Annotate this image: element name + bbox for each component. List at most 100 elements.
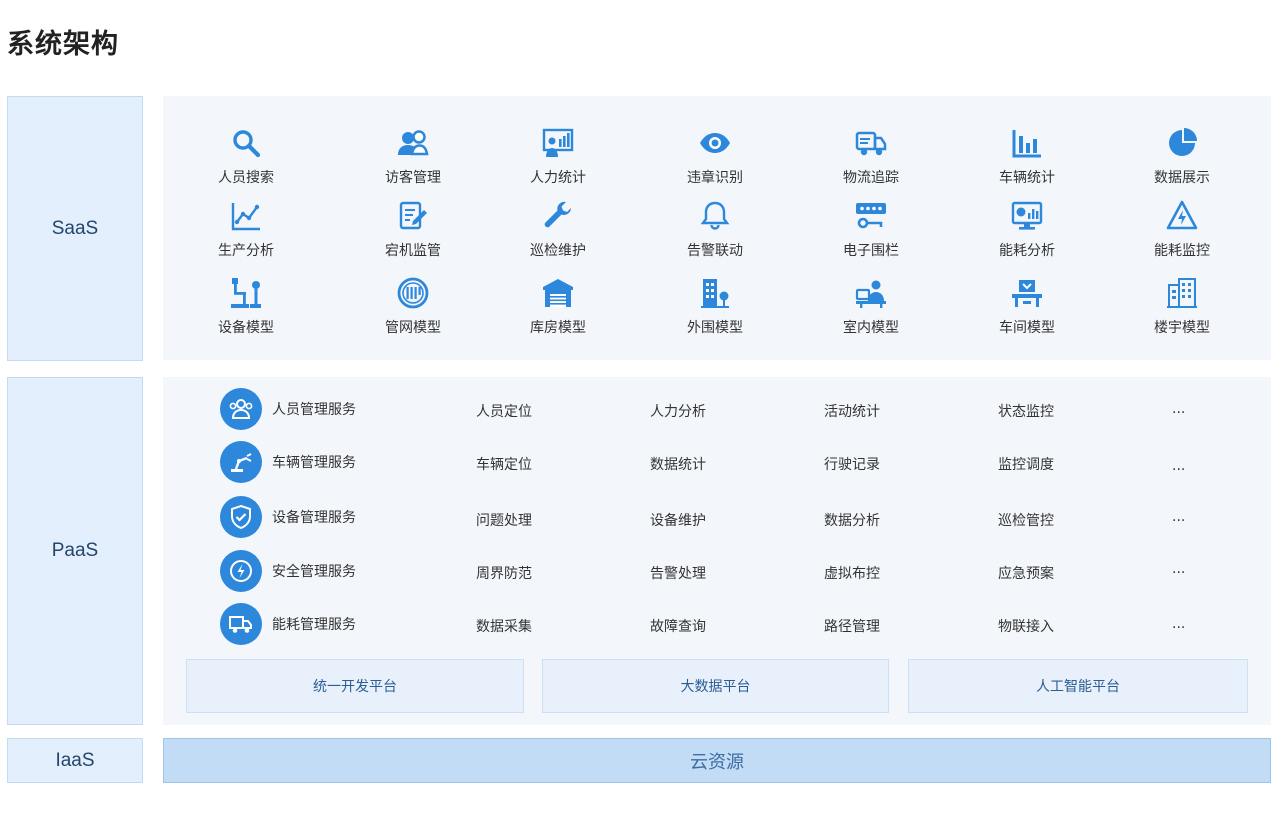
document-edit-icon xyxy=(396,199,430,233)
truck-icon xyxy=(854,126,888,160)
saas-module-label: 设备模型 xyxy=(218,320,274,336)
service-item[interactable]: 数据采集 xyxy=(476,616,532,636)
saas-module-label: 宕机监管 xyxy=(385,243,441,259)
saas-module[interactable]: 车间模型 xyxy=(962,276,1092,337)
service-name[interactable]: 车辆管理服务 xyxy=(272,452,356,472)
warehouse-icon xyxy=(541,276,575,310)
bell-icon xyxy=(698,199,732,233)
pie-chart-icon xyxy=(1165,126,1199,160)
platform-box[interactable]: 人工智能平台 xyxy=(908,659,1248,713)
saas-module-label: 楼宇模型 xyxy=(1154,320,1210,336)
service-item[interactable]: 故障查询 xyxy=(650,616,706,636)
buildings-icon xyxy=(1165,276,1199,310)
saas-module-label: 访客管理 xyxy=(385,170,441,186)
saas-module[interactable]: 访客管理 xyxy=(348,126,478,187)
valve-icon xyxy=(396,276,430,310)
platform-box[interactable]: 大数据平台 xyxy=(542,659,889,713)
saas-module[interactable]: 人力统计 xyxy=(493,126,623,187)
service-item-more[interactable]: ... xyxy=(1172,616,1185,632)
saas-module[interactable]: 能耗分析 xyxy=(962,199,1092,260)
lightning-warning-icon xyxy=(1165,199,1199,233)
saas-module-label: 违章识别 xyxy=(687,170,743,186)
saas-module[interactable]: 车辆统计 xyxy=(962,126,1092,187)
service-item[interactable]: 物联接入 xyxy=(998,616,1054,636)
workshop-icon xyxy=(1010,276,1044,310)
saas-module-label: 电子围栏 xyxy=(843,243,899,259)
saas-module[interactable]: 宕机监管 xyxy=(348,199,478,260)
service-item[interactable]: 数据统计 xyxy=(650,454,706,474)
service-item-more[interactable]: ... xyxy=(1172,509,1185,525)
saas-module-label: 车间模型 xyxy=(999,320,1055,336)
service-name[interactable]: 能耗管理服务 xyxy=(272,614,356,634)
saas-module-label: 物流追踪 xyxy=(843,170,899,186)
saas-module[interactable]: 生产分析 xyxy=(181,199,311,260)
service-item[interactable]: 问题处理 xyxy=(476,510,532,530)
saas-module-label: 数据展示 xyxy=(1154,170,1210,186)
service-item-more[interactable]: ... xyxy=(1172,458,1185,474)
platform-box[interactable]: 统一开发平台 xyxy=(186,659,524,713)
saas-module-label: 生产分析 xyxy=(218,243,274,259)
service-name[interactable]: 安全管理服务 xyxy=(272,561,356,581)
saas-module[interactable]: 管网模型 xyxy=(348,276,478,337)
saas-module-label: 室内模型 xyxy=(843,320,899,336)
office-worker-icon xyxy=(854,276,888,310)
lightning-circle-icon xyxy=(220,550,262,592)
saas-module[interactable]: 违章识别 xyxy=(650,126,780,187)
service-item[interactable]: 车辆定位 xyxy=(476,454,532,474)
robot-arm-icon xyxy=(220,441,262,483)
bar-chart-icon xyxy=(1010,126,1044,160)
service-item[interactable]: 周界防范 xyxy=(476,563,532,583)
saas-module[interactable]: 库房模型 xyxy=(493,276,623,337)
paas-service-row: 安全管理服务 周界防范 告警处理 虚拟布控 应急预案 ... xyxy=(163,550,1271,592)
service-item[interactable]: 应急预案 xyxy=(998,563,1054,583)
service-item[interactable]: 行驶记录 xyxy=(824,454,880,474)
password-key-icon xyxy=(854,199,888,233)
search-icon xyxy=(229,126,263,160)
service-item[interactable]: 路径管理 xyxy=(824,616,880,636)
saas-module[interactable]: 设备模型 xyxy=(181,276,311,337)
paas-service-row: 设备管理服务 问题处理 设备维护 数据分析 巡检管控 ... xyxy=(163,496,1271,538)
saas-module[interactable]: 楼宇模型 xyxy=(1117,276,1247,337)
monitor-chart-icon xyxy=(1010,199,1044,233)
saas-module-label: 人员搜索 xyxy=(218,170,274,186)
saas-module[interactable]: 电子围栏 xyxy=(806,199,936,260)
paas-service-row: 人员管理服务 人员定位 人力分析 活动统计 状态监控 ... xyxy=(163,388,1271,430)
presentation-icon xyxy=(541,126,575,160)
building-tree-icon xyxy=(698,276,732,310)
service-item[interactable]: 数据分析 xyxy=(824,510,880,530)
service-name[interactable]: 设备管理服务 xyxy=(272,507,356,527)
service-item[interactable]: 告警处理 xyxy=(650,563,706,583)
service-item[interactable]: 巡检管控 xyxy=(998,510,1054,530)
wrench-icon xyxy=(541,199,575,233)
service-item[interactable]: 状态监控 xyxy=(998,401,1054,421)
service-item[interactable]: 虚拟布控 xyxy=(824,563,880,583)
service-item-more[interactable]: ... xyxy=(1172,561,1185,577)
robot-arm-icon xyxy=(229,276,263,310)
cloud-resource-bar[interactable]: 云资源 xyxy=(163,738,1271,783)
saas-module[interactable]: 巡检维护 xyxy=(493,199,623,260)
shield-check-icon xyxy=(220,496,262,538)
service-item[interactable]: 监控调度 xyxy=(998,454,1054,474)
saas-module-label: 能耗监控 xyxy=(1154,243,1210,259)
saas-module-label: 库房模型 xyxy=(530,320,586,336)
service-name[interactable]: 人员管理服务 xyxy=(272,399,356,419)
saas-module-label: 车辆统计 xyxy=(999,170,1055,186)
service-item[interactable]: 人员定位 xyxy=(476,401,532,421)
paas-service-row: 能耗管理服务 数据采集 故障查询 路径管理 物联接入 ... xyxy=(163,603,1271,645)
saas-module[interactable]: 人员搜索 xyxy=(181,126,311,187)
service-item[interactable]: 人力分析 xyxy=(650,401,706,421)
saas-module[interactable]: 外围模型 xyxy=(650,276,780,337)
saas-module[interactable]: 数据展示 xyxy=(1117,126,1247,187)
saas-module[interactable]: 物流追踪 xyxy=(806,126,936,187)
saas-module[interactable]: 室内模型 xyxy=(806,276,936,337)
service-item[interactable]: 活动统计 xyxy=(824,401,880,421)
eye-icon xyxy=(698,126,732,160)
page-title: 系统架构 xyxy=(7,29,119,60)
service-item[interactable]: 设备维护 xyxy=(650,510,706,530)
paas-layer-label: PaaS xyxy=(7,377,143,725)
saas-module[interactable]: 能耗监控 xyxy=(1117,199,1247,260)
service-item-more[interactable]: ... xyxy=(1172,401,1185,417)
saas-module[interactable]: 告警联动 xyxy=(650,199,780,260)
iaas-layer-label: IaaS xyxy=(7,738,143,783)
visitors-icon xyxy=(396,126,430,160)
